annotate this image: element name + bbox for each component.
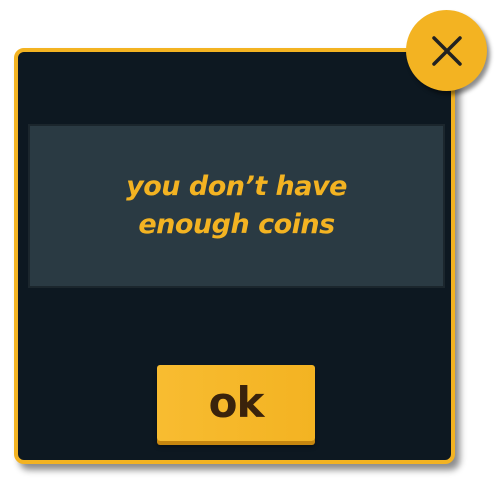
- stage: you don’t have enough coins ok: [0, 0, 501, 493]
- insufficient-coins-dialog: you don’t have enough coins ok: [14, 48, 455, 464]
- dialog-message: you don’t have enough coins: [126, 171, 347, 240]
- message-panel: you don’t have enough coins: [28, 124, 445, 288]
- ok-button-label: ok: [208, 378, 265, 427]
- close-icon: [431, 35, 462, 66]
- close-button[interactable]: [406, 10, 487, 91]
- ok-button[interactable]: ok: [157, 365, 315, 441]
